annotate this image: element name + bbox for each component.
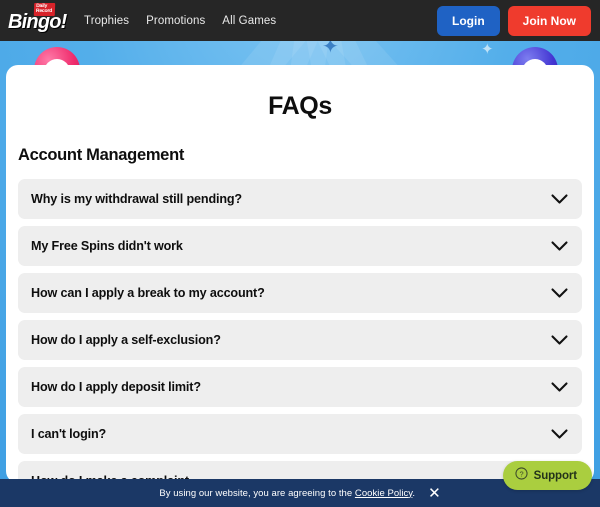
- faq-card: FAQs Account Management Why is my withdr…: [6, 65, 594, 483]
- faq-item[interactable]: How do I apply deposit limit?: [18, 367, 582, 407]
- section-title-account-management: Account Management: [18, 146, 185, 164]
- nav-item-trophies[interactable]: Trophies: [84, 15, 129, 27]
- star-icon: ✦: [481, 41, 494, 58]
- cookie-text-before: By using our website, you are agreeing t…: [159, 487, 355, 499]
- site-logo[interactable]: Daily Record Bingo!: [6, 2, 72, 40]
- faq-question: My Free Spins didn't work: [31, 239, 183, 253]
- faq-list: Why is my withdrawal still pending? My F…: [18, 179, 582, 483]
- join-now-button[interactable]: Join Now: [507, 5, 591, 36]
- star-icon: ✦: [322, 41, 339, 58]
- faq-item[interactable]: Why is my withdrawal still pending?: [18, 179, 582, 219]
- faq-question: How can I apply a break to my account?: [31, 286, 265, 300]
- page-title: FAQs: [268, 92, 332, 120]
- faq-item[interactable]: How can I apply a break to my account?: [18, 273, 582, 313]
- chevron-down-icon[interactable]: [551, 287, 568, 299]
- support-button[interactable]: ? Support: [502, 461, 592, 490]
- chevron-down-icon[interactable]: [551, 240, 568, 252]
- faq-question: Why is my withdrawal still pending?: [31, 192, 242, 206]
- faq-item[interactable]: My Free Spins didn't work: [18, 226, 582, 266]
- svg-text:?: ?: [519, 469, 523, 478]
- faq-question: How do I apply deposit limit?: [31, 380, 201, 394]
- faq-question: I can't login?: [31, 427, 107, 441]
- login-button[interactable]: Login: [437, 5, 500, 36]
- site-header: Daily Record Bingo! Trophies Promotions …: [0, 0, 600, 41]
- chevron-down-icon[interactable]: [551, 193, 568, 205]
- question-mark-circle-icon: ?: [515, 466, 528, 485]
- faq-question: How do I apply a self-exclusion?: [31, 333, 221, 347]
- logo-wordmark: Bingo!: [8, 10, 67, 33]
- header-actions: Login Join Now: [437, 5, 591, 36]
- faq-item[interactable]: How do I apply a self-exclusion?: [18, 320, 582, 360]
- cookie-policy-link[interactable]: Cookie Policy: [355, 488, 413, 499]
- page-root: Daily Record Bingo! Trophies Promotions …: [0, 0, 600, 507]
- chevron-down-icon[interactable]: [551, 428, 568, 440]
- primary-nav: Trophies Promotions All Games: [84, 15, 276, 27]
- chevron-down-icon[interactable]: [551, 334, 568, 346]
- support-label: Support: [533, 469, 577, 482]
- cookie-text-after: .: [412, 487, 416, 499]
- nav-item-all-games[interactable]: All Games: [222, 15, 276, 27]
- close-icon[interactable]: ✕: [428, 486, 441, 501]
- chevron-down-icon[interactable]: [551, 381, 568, 393]
- faq-item[interactable]: I can't login?: [18, 414, 582, 454]
- nav-item-promotions[interactable]: Promotions: [146, 15, 205, 27]
- cookie-message: By using our website, you are agreeing t…: [159, 488, 415, 499]
